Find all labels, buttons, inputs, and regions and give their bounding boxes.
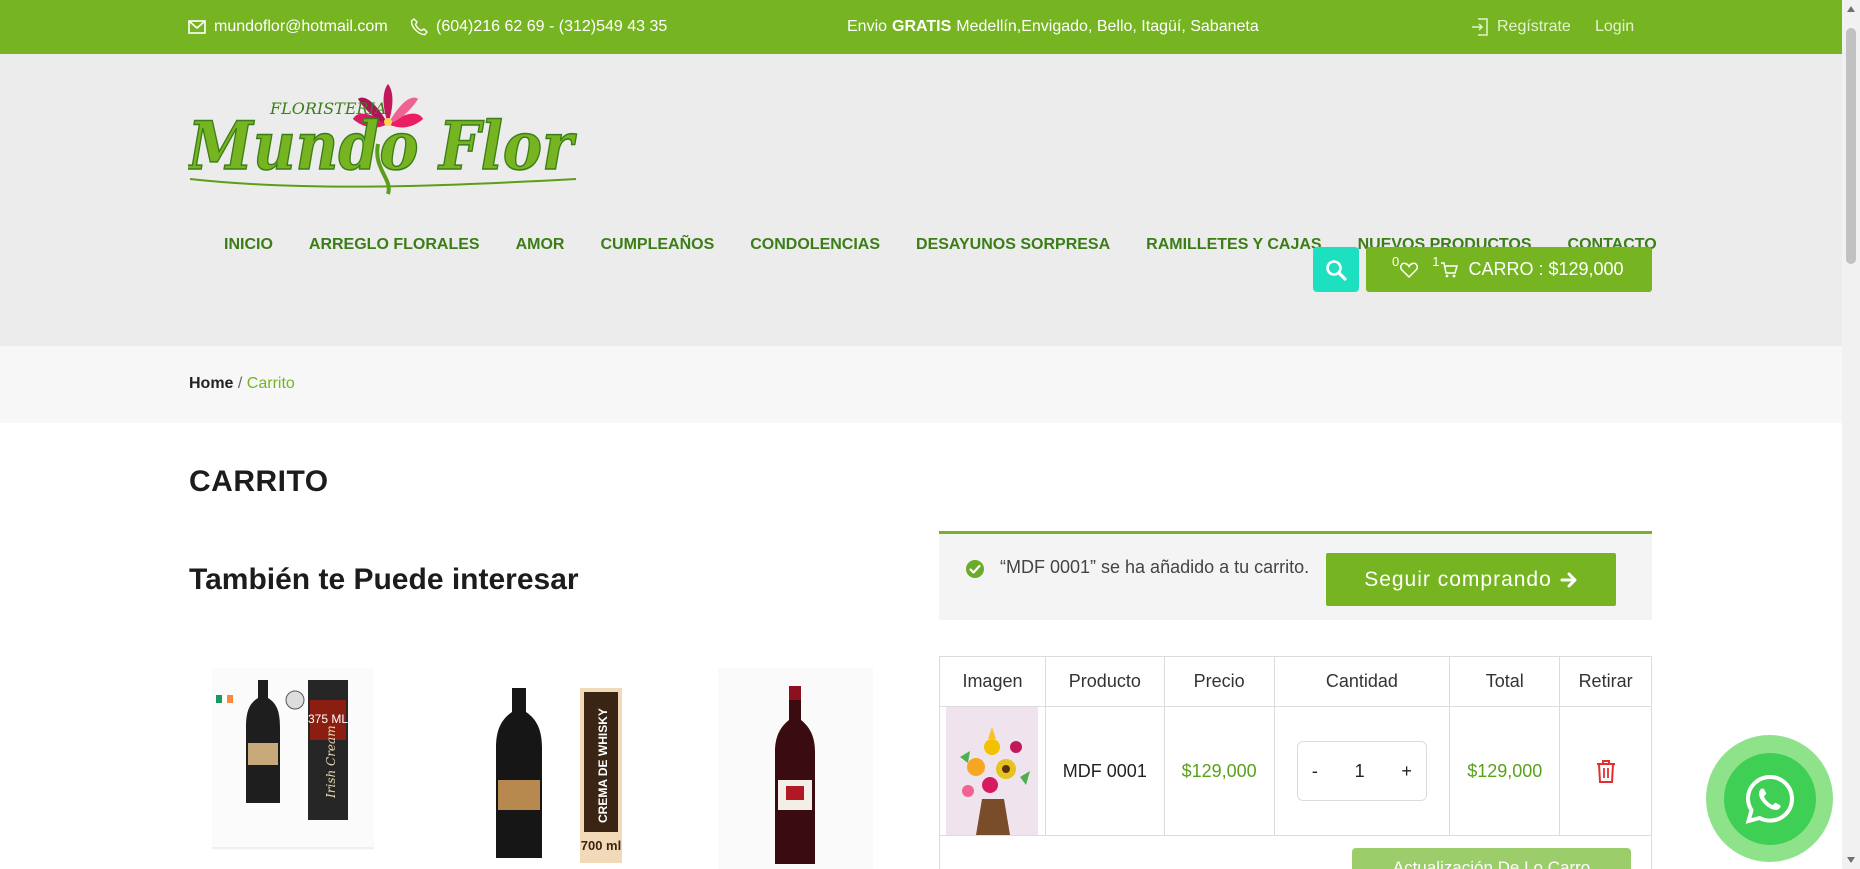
trash-icon[interactable]: [1596, 759, 1616, 783]
header-retirar: Retirar: [1559, 656, 1652, 707]
cart-table-header: Imagen Producto Precio Cantidad Total Re…: [939, 656, 1652, 707]
product-1-side-text: Irish Cream: [324, 725, 338, 799]
cart-item-image-cell: [939, 706, 1046, 836]
breadcrumb: Home / Carrito: [189, 375, 295, 393]
nav-inicio[interactable]: INICIO: [224, 230, 273, 260]
mail-icon: [188, 20, 206, 34]
header-total: Total: [1449, 656, 1561, 707]
search-icon: [1326, 259, 1347, 281]
header-cantidad: Cantidad: [1273, 656, 1451, 707]
login-link[interactable]: Login: [1595, 0, 1634, 54]
phone-text: (604)216 62 69 - (312)549 43 35: [436, 18, 668, 35]
check-circle-icon: [966, 560, 984, 578]
cart-item-name[interactable]: MDF 0001: [1044, 706, 1165, 836]
phone-icon: [410, 18, 428, 36]
product-1-volume-label: 375 ML: [308, 712, 348, 726]
logo-main-text: Mundo Flor: [188, 107, 577, 185]
quantity-decrement-button[interactable]: -: [1312, 761, 1318, 782]
nav-desayunos-sorpresa[interactable]: DESAYUNOS SORPRESA: [916, 230, 1110, 260]
nav-ramilletes-y-cajas[interactable]: RAMILLETES Y CAJAS: [1146, 230, 1321, 260]
scroll-up-arrow[interactable]: [1847, 6, 1855, 12]
arrow-right-icon: [1560, 572, 1577, 587]
product-image-baileys-375: 375 ML Irish Cream: [212, 668, 374, 850]
shipping-prefix: Envio: [847, 18, 888, 35]
whatsapp-inner: [1723, 752, 1816, 845]
whatsapp-button[interactable]: [1706, 735, 1833, 862]
nav-arreglo-florales[interactable]: ARREGLO FLORALES: [309, 230, 480, 260]
site-logo[interactable]: FLORISTERIA Mundo Flor: [185, 84, 578, 196]
product-image-baileys-700: CREMA DE WHISKY 700 ml: [496, 688, 622, 863]
scroll-down-arrow[interactable]: [1847, 857, 1855, 863]
cart-item-total: $129,000: [1449, 706, 1561, 836]
related-product-2[interactable]: CREMA DE WHISKY 700 ml: [462, 668, 632, 869]
product-2-side-text: CREMA DE WHISKY: [596, 708, 610, 823]
site-header: FLORISTERIA Mundo Flor INICIO ARREGLO FL…: [0, 54, 1842, 346]
cart-item-thumbnail[interactable]: [946, 707, 1039, 835]
added-to-cart-notice: “MDF 0001” se ha añadido a tu carrito. S…: [939, 531, 1652, 620]
phone-contact[interactable]: (604)216 62 69 - (312)549 43 35: [410, 0, 667, 54]
cart-button[interactable]: 0 1 CARRO : $129,000: [1366, 247, 1652, 292]
shipping-notice: Envio GRATIS Medellín,Envigado, Bello, I…: [847, 0, 1259, 54]
heart-icon[interactable]: [1400, 261, 1419, 278]
related-product-1[interactable]: 375 ML Irish Cream: [212, 668, 374, 869]
register-label: Regístrate: [1497, 18, 1571, 35]
update-cart-button[interactable]: Actualización De Lo Carro: [1352, 848, 1631, 869]
cart-table: Imagen Producto Precio Cantidad Total Re…: [939, 656, 1652, 869]
table-row: MDF 0001 $129,000 - 1 + $129,000: [939, 706, 1652, 836]
scrollbar-thumb[interactable]: [1846, 28, 1856, 264]
login-label: Login: [1595, 18, 1635, 35]
related-product-3[interactable]: [718, 668, 873, 869]
quantity-input[interactable]: 1: [1355, 761, 1365, 782]
breadcrumb-home[interactable]: Home: [189, 375, 233, 392]
search-button[interactable]: [1313, 247, 1359, 292]
top-bar: mundoflor@hotmail.com (604)216 62 69 - (…: [0, 0, 1842, 54]
update-cart-label: Actualización De Lo Carro: [1392, 858, 1591, 869]
email-text: mundoflor@hotmail.com: [214, 18, 388, 35]
continue-shopping-button[interactable]: Seguir comprando: [1326, 553, 1616, 606]
related-title: También te Puede interesar: [189, 563, 579, 596]
whatsapp-icon: [1745, 774, 1794, 824]
quantity-stepper: - 1 +: [1296, 741, 1427, 801]
shipping-cities: Medellín,Envigado, Bello, Itagüí, Sabane…: [956, 18, 1259, 35]
notice-message: “MDF 0001” se ha añadido a tu carrito.: [1000, 557, 1310, 577]
header-producto: Producto: [1044, 656, 1165, 707]
breadcrumb-separator: /: [233, 375, 247, 392]
quantity-increment-button[interactable]: +: [1401, 761, 1412, 782]
page-title: CARRITO: [189, 465, 329, 498]
cart-count: 1: [1432, 254, 1440, 269]
register-link[interactable]: Regístrate: [1471, 0, 1571, 54]
wishlist-count: 0: [1392, 254, 1400, 269]
breadcrumb-bar: Home / Carrito: [0, 346, 1842, 423]
product-image-wine: [718, 668, 873, 869]
page-scrollbar[interactable]: [1842, 0, 1860, 869]
header-imagen: Imagen: [939, 656, 1046, 707]
register-icon: [1472, 18, 1488, 36]
cart-item-price: $129,000: [1163, 706, 1275, 836]
logo-graphic: FLORISTERIA Mundo Flor: [185, 84, 578, 195]
nav-condolencias[interactable]: CONDOLENCIAS: [750, 230, 880, 260]
nav-amor[interactable]: AMOR: [516, 230, 565, 260]
cart-label: CARRO : $129,000: [1468, 259, 1624, 279]
shipping-bold: GRATIS: [892, 18, 952, 35]
continue-shopping-label: Seguir comprando: [1364, 567, 1552, 591]
cart-item-remove-cell: [1559, 706, 1652, 836]
cart-item-quantity-cell: - 1 +: [1273, 706, 1451, 836]
cart-icon: [1441, 261, 1459, 277]
product-2-size-text: 700 ml: [581, 838, 621, 853]
email-contact[interactable]: mundoflor@hotmail.com: [188, 0, 388, 54]
nav-cumpleanos[interactable]: CUMPLEAÑOS: [600, 230, 714, 260]
header-precio: Precio: [1163, 656, 1275, 707]
breadcrumb-current: Carrito: [246, 375, 295, 392]
